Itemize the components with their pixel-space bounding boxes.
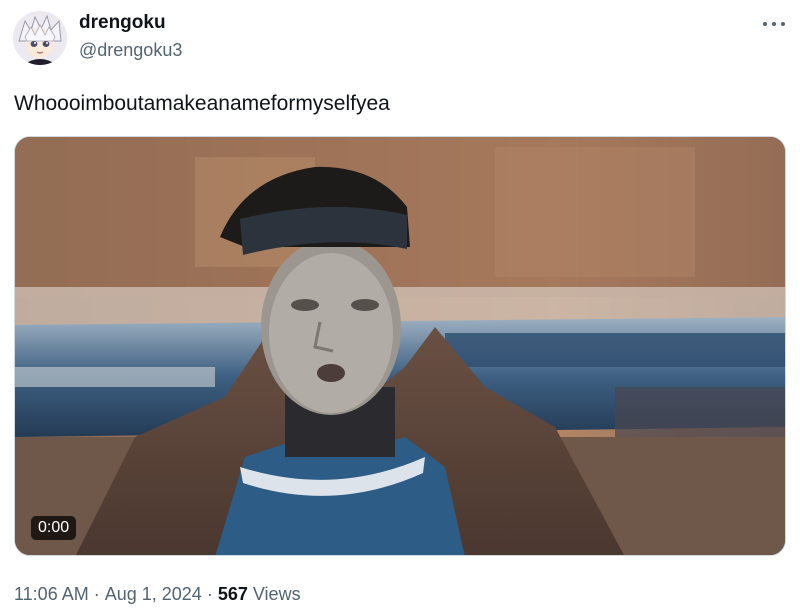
video-player[interactable]: 0:00 [14,136,786,556]
avatar[interactable] [13,11,67,65]
views-count: 567 [217,584,248,604]
video-duration-badge: 0:00 [31,516,77,540]
views-label: Views [252,584,301,604]
tweet-text: Whoooimboutamakeanameformyselfyea [14,92,390,115]
tweet-time[interactable]: 11:06 AM [14,584,89,604]
tweet-metadata: 11:06 AM · Aug 1, 2024 · 567 Views [14,584,301,605]
video-frame [15,137,785,555]
meta-separator: · [93,584,100,604]
author-handle[interactable]: @drengoku3 [79,40,182,61]
tweet-date[interactable]: Aug 1, 2024 [105,584,202,604]
avatar-image [13,11,67,65]
meta-separator: · [206,584,213,604]
author-display-name[interactable]: drengoku [79,12,166,34]
more-options-icon[interactable] [760,12,788,36]
